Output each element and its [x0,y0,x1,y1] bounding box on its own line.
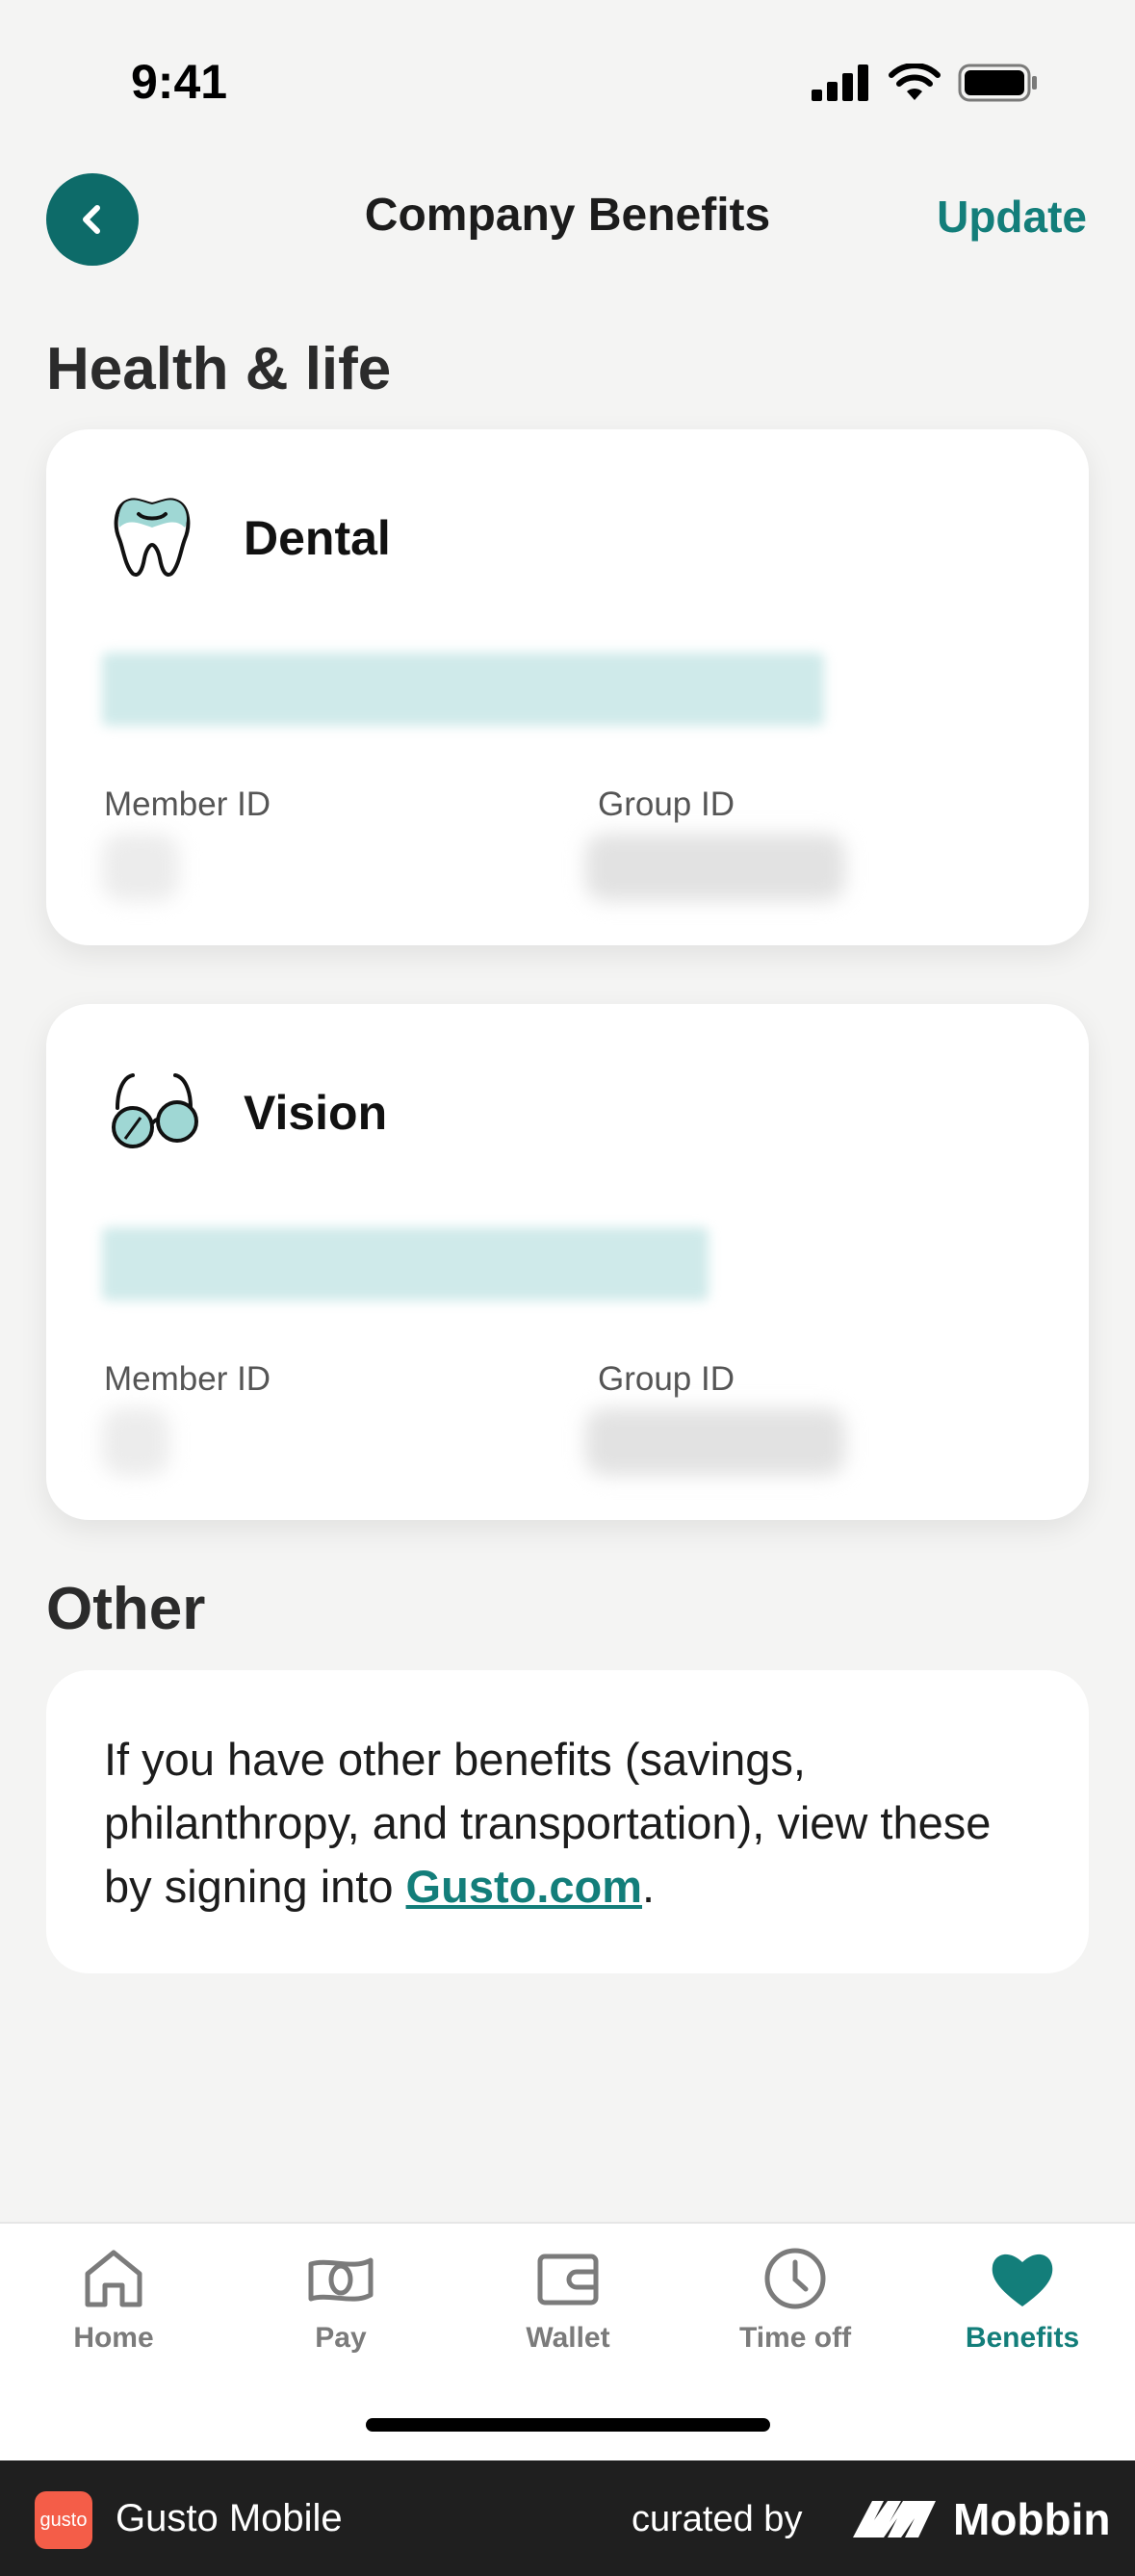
footer-app-name: Gusto Mobile [116,2497,343,2539]
tab-label: Home [73,2322,154,2354]
footer-banner: gusto Gusto Mobile curated by Mobbin [0,2460,1135,2576]
glasses-icon [112,1073,198,1148]
home-indicator [366,2418,770,2432]
group-id-label: Group ID [598,1360,735,1398]
card-title: Dental [244,511,391,565]
tab-wallet[interactable]: Wallet [454,2245,682,2355]
status-icons [812,64,1039,102]
other-benefits-text-after: . [642,1861,656,1912]
plan-name-redacted [102,653,824,726]
group-id-label: Group ID [598,786,735,823]
tab-benefits[interactable]: Benefits [909,2245,1135,2355]
wifi-icon [889,64,941,100]
section-heading-health-life: Health & life [46,336,392,402]
member-id-label: Member ID [104,786,271,823]
footer-curated-by: curated by [632,2499,803,2539]
plan-name-redacted [102,1227,709,1301]
home-icon [85,2250,142,2307]
other-benefits-card: If you have other benefits (savings, phi… [46,1670,1089,1973]
wallet-icon [537,2254,599,2306]
other-benefits-text: If you have other benefits (savings, phi… [104,1728,1031,1919]
member-id-redacted [102,1408,169,1476]
member-id-label: Member ID [104,1360,271,1398]
member-id-redacted [102,834,179,901]
mobbin-logo-icon [853,2501,936,2537]
tab-label: Time off [738,2322,852,2354]
tab-label: Wallet [526,2322,610,2354]
footer-brand: Mobbin [953,2494,1111,2544]
update-button[interactable]: Update [937,191,1087,243]
clock-icon [764,2248,826,2309]
signal-icon [812,64,868,101]
gusto-link[interactable]: Gusto.com [406,1861,642,1912]
tab-home[interactable]: Home [0,2245,227,2355]
vision-card[interactable]: Vision Member ID Group ID [46,1004,1089,1520]
gusto-logo: gusto [35,2491,92,2549]
group-id-redacted [585,1408,845,1476]
status-bar: 9:41 [0,0,1135,164]
dental-card[interactable]: Dental Member ID Group ID [46,429,1089,945]
heart-icon [992,2254,1053,2306]
tab-label: Benefits [965,2322,1080,2354]
status-time: 9:41 [131,55,228,109]
tab-label: Pay [315,2322,367,2354]
battery-icon [958,64,1037,102]
tab-time-off[interactable]: Time off [682,2245,909,2355]
section-heading-other: Other [46,1576,206,1642]
group-id-redacted [585,834,845,901]
tab-pay[interactable]: Pay [227,2245,454,2355]
pay-icon [308,2257,374,2302]
card-title: Vision [244,1086,388,1140]
tooth-icon [114,498,191,577]
